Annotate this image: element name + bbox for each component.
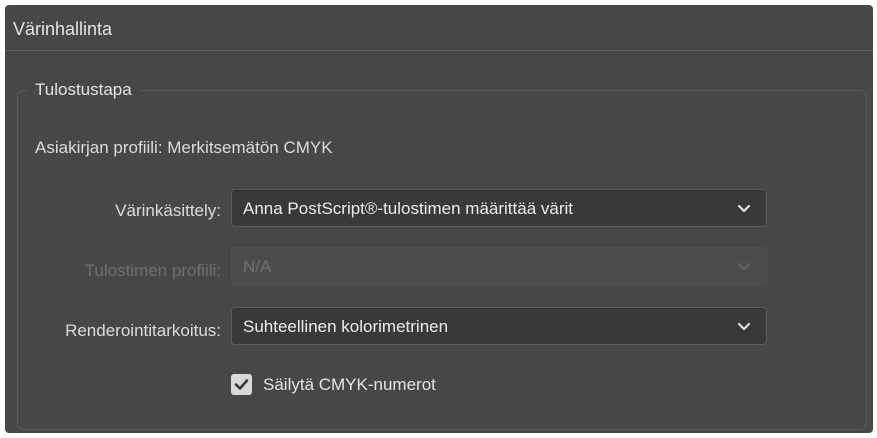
panel-header: Värinhallinta — [5, 5, 873, 51]
printer-profile-label: Tulostimen profiili: — [84, 261, 221, 280]
preserve-cmyk-checkbox[interactable] — [231, 374, 252, 395]
printer-profile-select[interactable]: N/A — [231, 247, 767, 285]
chevron-down-icon — [737, 204, 751, 213]
chevron-down-icon — [737, 262, 751, 271]
rendering-intent-value: Suhteellinen kolorimetrinen — [243, 317, 449, 336]
preserve-cmyk-label: Säilytä CMYK-numerot — [263, 375, 436, 394]
printer-profile-value: N/A — [243, 257, 272, 276]
color-handling-select[interactable]: Anna PostScript®-tulostimen määrittää vä… — [231, 189, 767, 227]
color-handling-value: Anna PostScript®-tulostimen määrittää vä… — [243, 199, 573, 218]
document-profile-text: Asiakirjan profiili: Merkitsemätön CMYK — [35, 138, 333, 157]
color-handling-label: Värinkäsittely: — [115, 201, 221, 220]
rendering-intent-select[interactable]: Suhteellinen kolorimetrinen — [231, 307, 767, 345]
panel-title: Värinhallinta — [13, 19, 113, 39]
checkmark-icon — [234, 379, 249, 390]
rendering-intent-label: Renderointitarkoitus: — [65, 321, 221, 340]
color-management-panel: Värinhallinta Tulostustapa Asiakirjan pr… — [5, 5, 873, 433]
group-title: Tulostustapa — [27, 79, 140, 101]
chevron-down-icon — [737, 322, 751, 331]
